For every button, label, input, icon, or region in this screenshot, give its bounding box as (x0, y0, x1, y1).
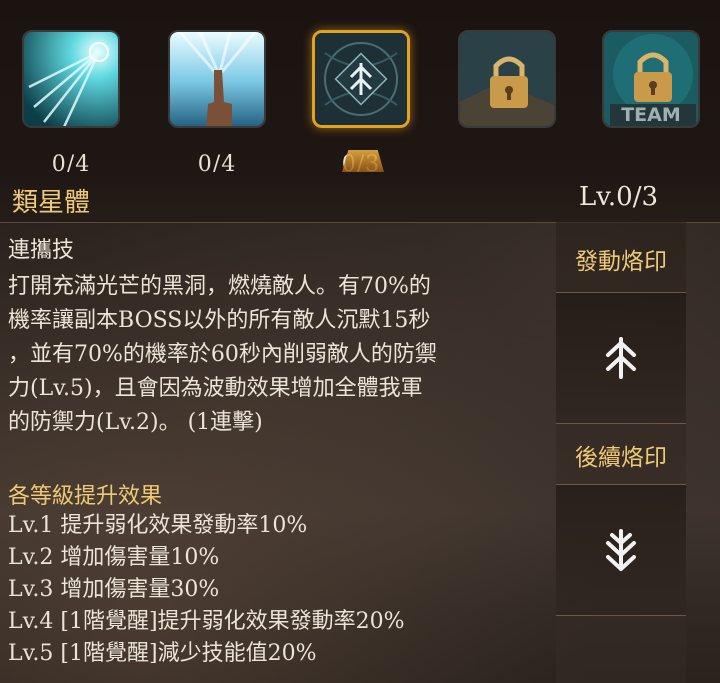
locked-team-skill-icon: TEAM (602, 30, 700, 128)
trigger-seal-label: 發動烙印 (575, 249, 667, 275)
skill-header: 類星體 Lv.0/3 (0, 172, 720, 223)
level-effect-item: Lv.2 增加傷害量10% (8, 545, 220, 570)
seal-panel: 發動烙印 後續烙印 (556, 222, 686, 683)
skill-category: 連攜技 (8, 238, 75, 263)
follow-seal-slot[interactable] (556, 484, 686, 616)
skill-slot-1[interactable]: 0/4 (22, 30, 120, 177)
level-effect-item: Lv.3 增加傷害量30% (8, 577, 220, 602)
description-line: 打開充滿光芒的黑洞，燃燒敵人。有70%的 (8, 274, 431, 299)
pointing-hand-light-skill-icon (168, 30, 266, 128)
skill-slot-4[interactable] (458, 30, 556, 128)
follow-seal-label: 後續烙印 (575, 445, 667, 471)
skill-slot-2[interactable]: 0/4 (168, 30, 266, 177)
skill-description: 打開充滿光芒的黑洞，燃燒敵人。有70%的 機率讓副本BOSS以外的所有敵人沉默1… (8, 270, 538, 440)
description-line: 的防禦力(Lv.2)。 (1連擊) (8, 410, 263, 435)
skill-slot-3[interactable]: 0/3 (312, 30, 410, 177)
description-line: 力(Lv.5)，且會因為波動效果增加全體我軍 (8, 376, 423, 401)
description-line: 機率讓副本BOSS以外的所有敵人沉默15秒 (8, 308, 431, 333)
selection-indicator (342, 150, 384, 172)
level-effect-item: Lv.5 [1階覺醒]減少技能值20% (8, 641, 317, 666)
follow-seal-icon (606, 529, 636, 571)
locked-skill-icon (458, 30, 556, 128)
skill-slot-5[interactable]: TEAM (602, 30, 700, 128)
team-badge: TEAM (621, 104, 681, 126)
level-effects-title: 各等級提升效果 (8, 484, 163, 509)
rune-seal-skill-icon (312, 30, 410, 128)
level-effect-item: Lv.4 [1階覺醒]提升弱化效果發動率20% (8, 609, 405, 634)
trigger-seal-slot[interactable] (556, 292, 686, 424)
description-line: ，並有70%的機率於60秒內削弱敵人的防禦 (8, 342, 437, 367)
level-effect-item: Lv.1 提升弱化效果發動率10% (8, 513, 308, 538)
skill-description-panel: 連攜技 打開充滿光芒的黑洞，燃燒敵人。有70%的 機率讓副本BOSS以外的所有敵… (8, 230, 548, 670)
level-effects-list: Lv.1 提升弱化效果發動率10% Lv.2 增加傷害量10% Lv.3 增加傷… (8, 510, 548, 670)
skill-level: Lv.0/3 (579, 182, 658, 212)
light-burst-skill-icon (22, 30, 120, 128)
trigger-seal-icon (606, 337, 636, 379)
skill-name: 類星體 (12, 188, 91, 218)
